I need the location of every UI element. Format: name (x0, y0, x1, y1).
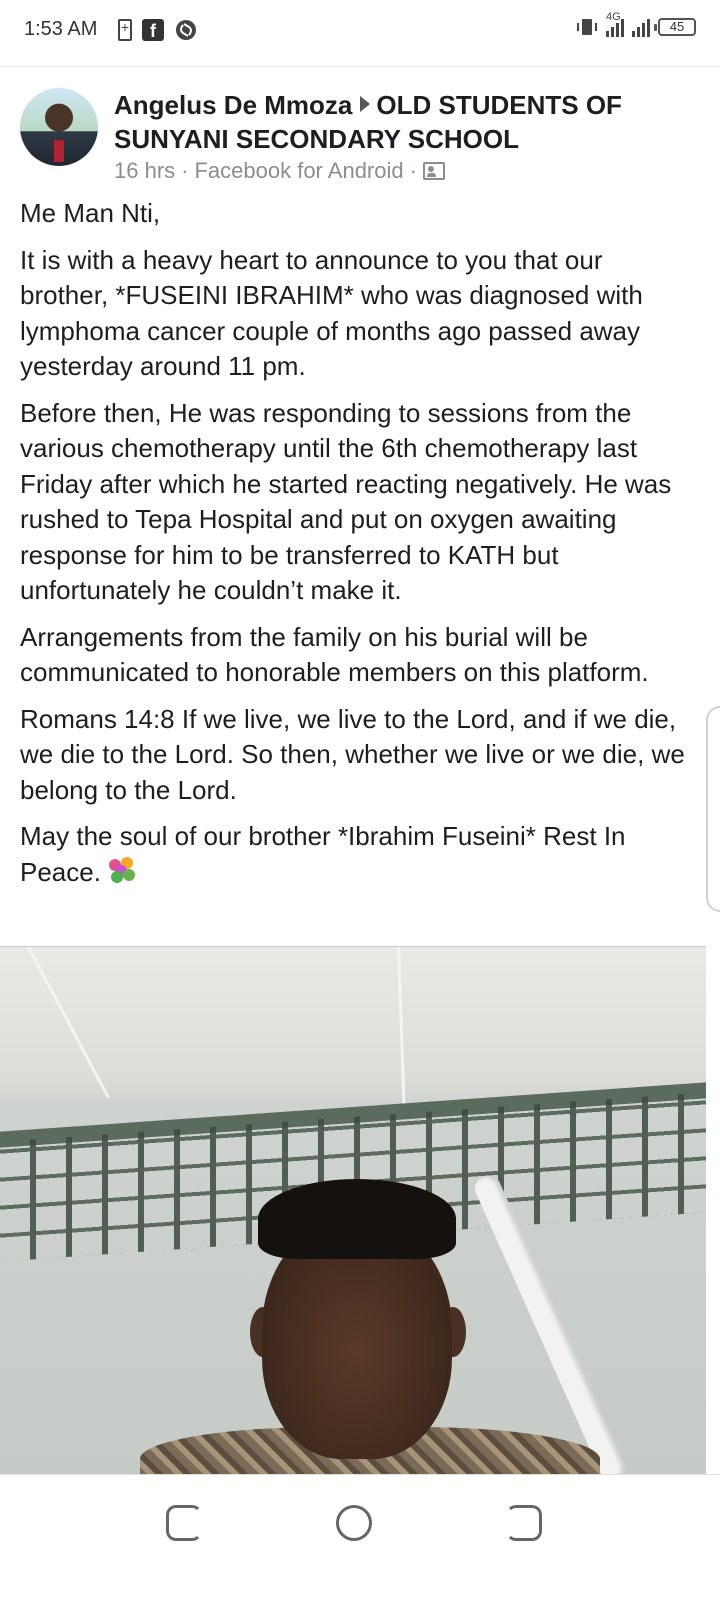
caret-right-icon (360, 96, 371, 112)
vibrate-icon (577, 19, 597, 35)
post-paragraph: Me Man Nti, (20, 198, 161, 228)
author-name[interactable]: Angelus De Mmoza (114, 90, 352, 120)
meta-separator: · (409, 158, 417, 183)
bouquet-icon (107, 855, 137, 885)
group-icon (422, 162, 445, 180)
system-icons: 4G 45 (576, 11, 696, 38)
battery-charging-icon (118, 19, 132, 41)
post-paragraph: Romans 14:8 If we live, we live to the L… (20, 703, 685, 805)
post-source: Facebook for Android (194, 158, 404, 183)
signal-icon (632, 17, 650, 37)
post-paragraph: Before then, He was responding to sessio… (20, 397, 672, 606)
shazam-icon (176, 20, 196, 40)
battery-level: 45 (669, 19, 685, 34)
post-meta: 16 hrs · Facebook for Android · (114, 158, 704, 184)
post-time[interactable]: 16 hrs (114, 158, 175, 184)
recent-apps-button[interactable] (166, 1505, 202, 1541)
battery-indicator: 45 (654, 18, 696, 36)
author-avatar[interactable] (20, 88, 98, 166)
post-paragraph-last: May the soul of our brother *Ibrahim Fus… (20, 819, 690, 890)
home-button[interactable] (336, 1505, 372, 1541)
mobile-data-signal: 4G (606, 11, 624, 37)
status-bar: 1:53 AM f 4G 45 (0, 0, 720, 66)
facebook-icon: f (142, 19, 164, 41)
author-line: Angelus De Mmoza OLD STUDENTS OF SUNYANI … (114, 88, 704, 156)
back-button[interactable] (506, 1505, 542, 1541)
side-panel-handle[interactable] (706, 706, 720, 912)
notification-icons: f (118, 18, 198, 42)
network-type-label: 4G (606, 11, 621, 23)
post-header: Angelus De Mmoza OLD STUDENTS OF SUNYANI … (114, 88, 704, 184)
post-paragraph: It is with a heavy heart to announce to … (20, 244, 643, 382)
divider (0, 66, 720, 67)
status-time: 1:53 AM (24, 18, 98, 40)
navigation-bar (0, 1474, 720, 1600)
meta-separator: · (181, 158, 189, 183)
post-photo[interactable] (0, 946, 706, 1474)
post-text: Me Man Nti, It is with a heavy heart to … (20, 196, 690, 901)
post-paragraph: Arrangements from the family on his buri… (20, 621, 649, 688)
